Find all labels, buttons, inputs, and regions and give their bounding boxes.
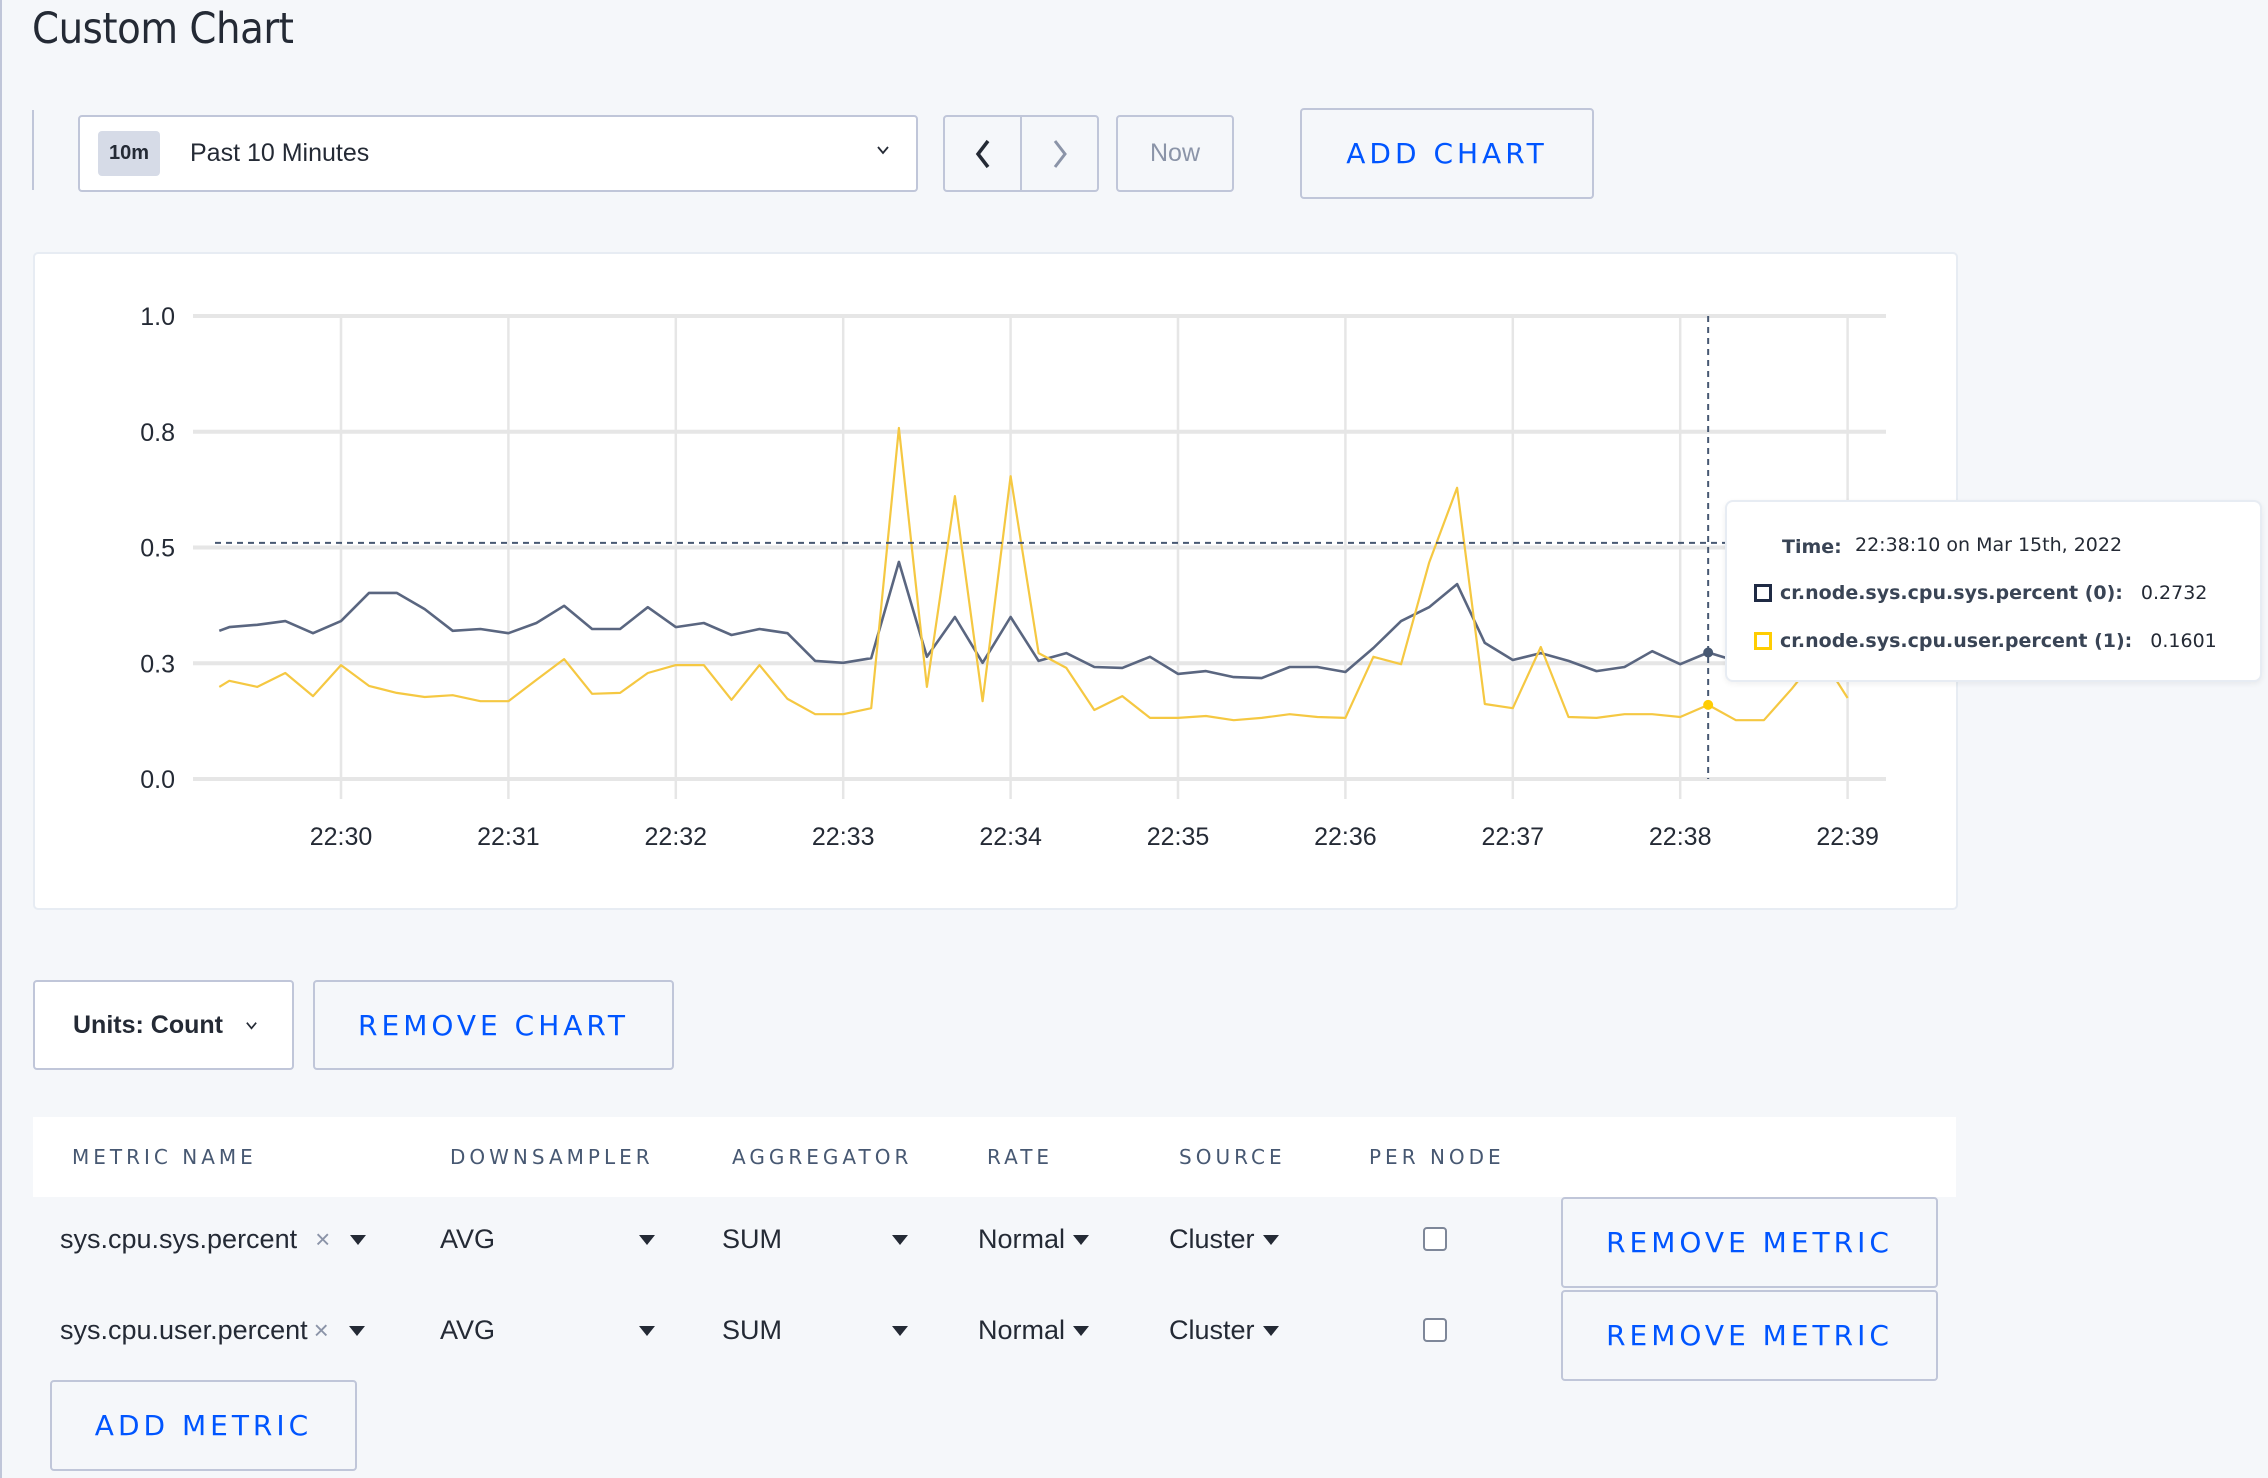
x-tick-label: 22:31 <box>477 823 540 851</box>
remove-metric-button[interactable]: REMOVE METRIC <box>1561 1197 1938 1288</box>
legend-swatch-icon <box>1754 584 1772 602</box>
tooltip-series-name: cr.node.sys.cpu.sys.percent (0): <box>1780 582 2123 604</box>
caret-down-icon[interactable] <box>350 1234 367 1245</box>
header-rate: RATE <box>987 1145 1054 1169</box>
header-aggregator: AGGREGATOR <box>732 1145 913 1169</box>
x-tick-label: 22:34 <box>979 823 1042 851</box>
y-tick-label: 0.3 <box>140 650 175 678</box>
chevron-down-icon <box>246 1021 257 1030</box>
downsampler-value: AVG <box>440 1224 496 1254</box>
x-tick-label: 22:32 <box>645 823 708 851</box>
x-tick-label: 22:35 <box>1147 823 1210 851</box>
time-range-label: Past 10 Minutes <box>190 139 370 167</box>
caret-down-icon <box>639 1234 655 1245</box>
aggregator-select[interactable]: SUM <box>722 1224 908 1255</box>
remove-chart-button[interactable]: REMOVE CHART <box>313 980 674 1070</box>
x-tick-label: 22:33 <box>812 823 875 851</box>
tooltip-series-value: 0.1601 <box>2150 630 2217 652</box>
caret-down-icon <box>639 1325 655 1336</box>
source-value: Cluster <box>1169 1224 1255 1254</box>
downsampler-select[interactable]: AVG <box>440 1315 655 1346</box>
time-range-select[interactable]: 10m Past 10 Minutes <box>78 115 918 192</box>
now-button[interactable]: Now <box>1116 115 1234 192</box>
metric-name-select[interactable]: sys.cpu.user.percent × <box>60 1315 365 1346</box>
per-node-checkbox[interactable] <box>1423 1318 1447 1342</box>
hover-point <box>1703 699 1714 710</box>
page-title: Custom Chart <box>32 4 294 54</box>
legend-swatch-icon <box>1754 632 1772 650</box>
chart-tooltip: Time: 22:38:10 on Mar 15th, 2022 cr.node… <box>1725 500 2262 682</box>
caret-down-icon <box>892 1325 908 1336</box>
time-nav-group <box>943 115 1099 192</box>
tooltip-series-value: 0.2732 <box>2140 582 2208 604</box>
line-chart[interactable]: 0.0 0.3 0.5 0.8 1.0 22:30 22:31 22:32 22:33 22:34… <box>33 252 1958 910</box>
y-tick-label: 1.0 <box>140 303 175 331</box>
caret-down-icon <box>1262 1234 1279 1245</box>
aggregator-value: SUM <box>722 1315 782 1345</box>
x-tick-label: 22:30 <box>310 823 373 851</box>
downsampler-value: AVG <box>440 1315 496 1345</box>
next-time-button[interactable] <box>1020 117 1097 190</box>
header-source: SOURCE <box>1179 1145 1286 1169</box>
caret-down-icon[interactable] <box>348 1325 365 1336</box>
header-per-node: PER NODE <box>1369 1145 1505 1169</box>
caret-down-icon <box>892 1234 908 1245</box>
tooltip-row-sys: cr.node.sys.cpu.sys.percent (0): 0.2732 <box>1754 582 2207 604</box>
tooltip-time-value: 22:38:10 on Mar 15th, 2022 <box>1855 534 2123 556</box>
add-chart-button[interactable]: ADD CHART <box>1300 108 1594 199</box>
units-dropdown[interactable]: Units: Count <box>33 980 294 1070</box>
hover-point <box>1703 647 1714 658</box>
metric-name-value: sys.cpu.user.percent <box>60 1315 308 1345</box>
chevron-right-icon <box>1053 139 1067 168</box>
x-tick-label: 22:38 <box>1649 823 1712 851</box>
time-range-badge: 10m <box>98 131 160 176</box>
rate-value: Normal <box>978 1224 1066 1254</box>
header-metric-name: METRIC NAME <box>72 1145 257 1169</box>
downsampler-select[interactable]: AVG <box>440 1224 655 1255</box>
metric-name-select[interactable]: sys.cpu.sys.percent × <box>60 1224 367 1255</box>
tooltip-time-label: Time: <box>1782 536 1842 558</box>
x-tick-label: 22:36 <box>1314 823 1377 851</box>
caret-down-icon <box>1262 1325 1279 1336</box>
tooltip-row-user: cr.node.sys.cpu.user.percent (1): 0.1601 <box>1754 630 2217 652</box>
series-line-user <box>218 426 1849 722</box>
x-tick-label: 22:39 <box>1816 823 1879 851</box>
add-metric-button[interactable]: ADD METRIC <box>50 1380 357 1471</box>
caret-down-icon <box>1073 1325 1090 1336</box>
rate-select[interactable]: Normal <box>978 1315 1090 1346</box>
x-tick-label: 22:37 <box>1482 823 1545 851</box>
aggregator-select[interactable]: SUM <box>722 1315 908 1346</box>
chevron-down-icon <box>877 146 889 155</box>
caret-down-icon <box>1073 1234 1090 1245</box>
y-tick-label: 0.0 <box>140 766 175 794</box>
source-select[interactable]: Cluster <box>1169 1224 1279 1255</box>
units-label: Units: Count <box>73 1010 223 1039</box>
metric-name-value: sys.cpu.sys.percent <box>60 1224 298 1254</box>
source-select[interactable]: Cluster <box>1169 1315 1279 1346</box>
rate-value: Normal <box>978 1315 1066 1345</box>
clear-icon[interactable]: × <box>315 1224 330 1255</box>
remove-metric-button[interactable]: REMOVE METRIC <box>1561 1290 1938 1381</box>
tooltip-series-name: cr.node.sys.cpu.user.percent (1): <box>1780 630 2133 652</box>
previous-time-button[interactable] <box>945 117 1020 190</box>
chevron-left-icon <box>975 139 989 168</box>
toolbar-divider <box>32 110 34 190</box>
clear-icon[interactable]: × <box>314 1315 329 1346</box>
per-node-checkbox[interactable] <box>1423 1227 1447 1251</box>
y-tick-label: 0.5 <box>140 535 175 563</box>
rate-select[interactable]: Normal <box>978 1224 1090 1255</box>
header-downsampler: DOWNSAMPLER <box>450 1145 654 1169</box>
y-tick-label: 0.8 <box>140 419 175 447</box>
source-value: Cluster <box>1169 1315 1255 1345</box>
aggregator-value: SUM <box>722 1224 782 1254</box>
